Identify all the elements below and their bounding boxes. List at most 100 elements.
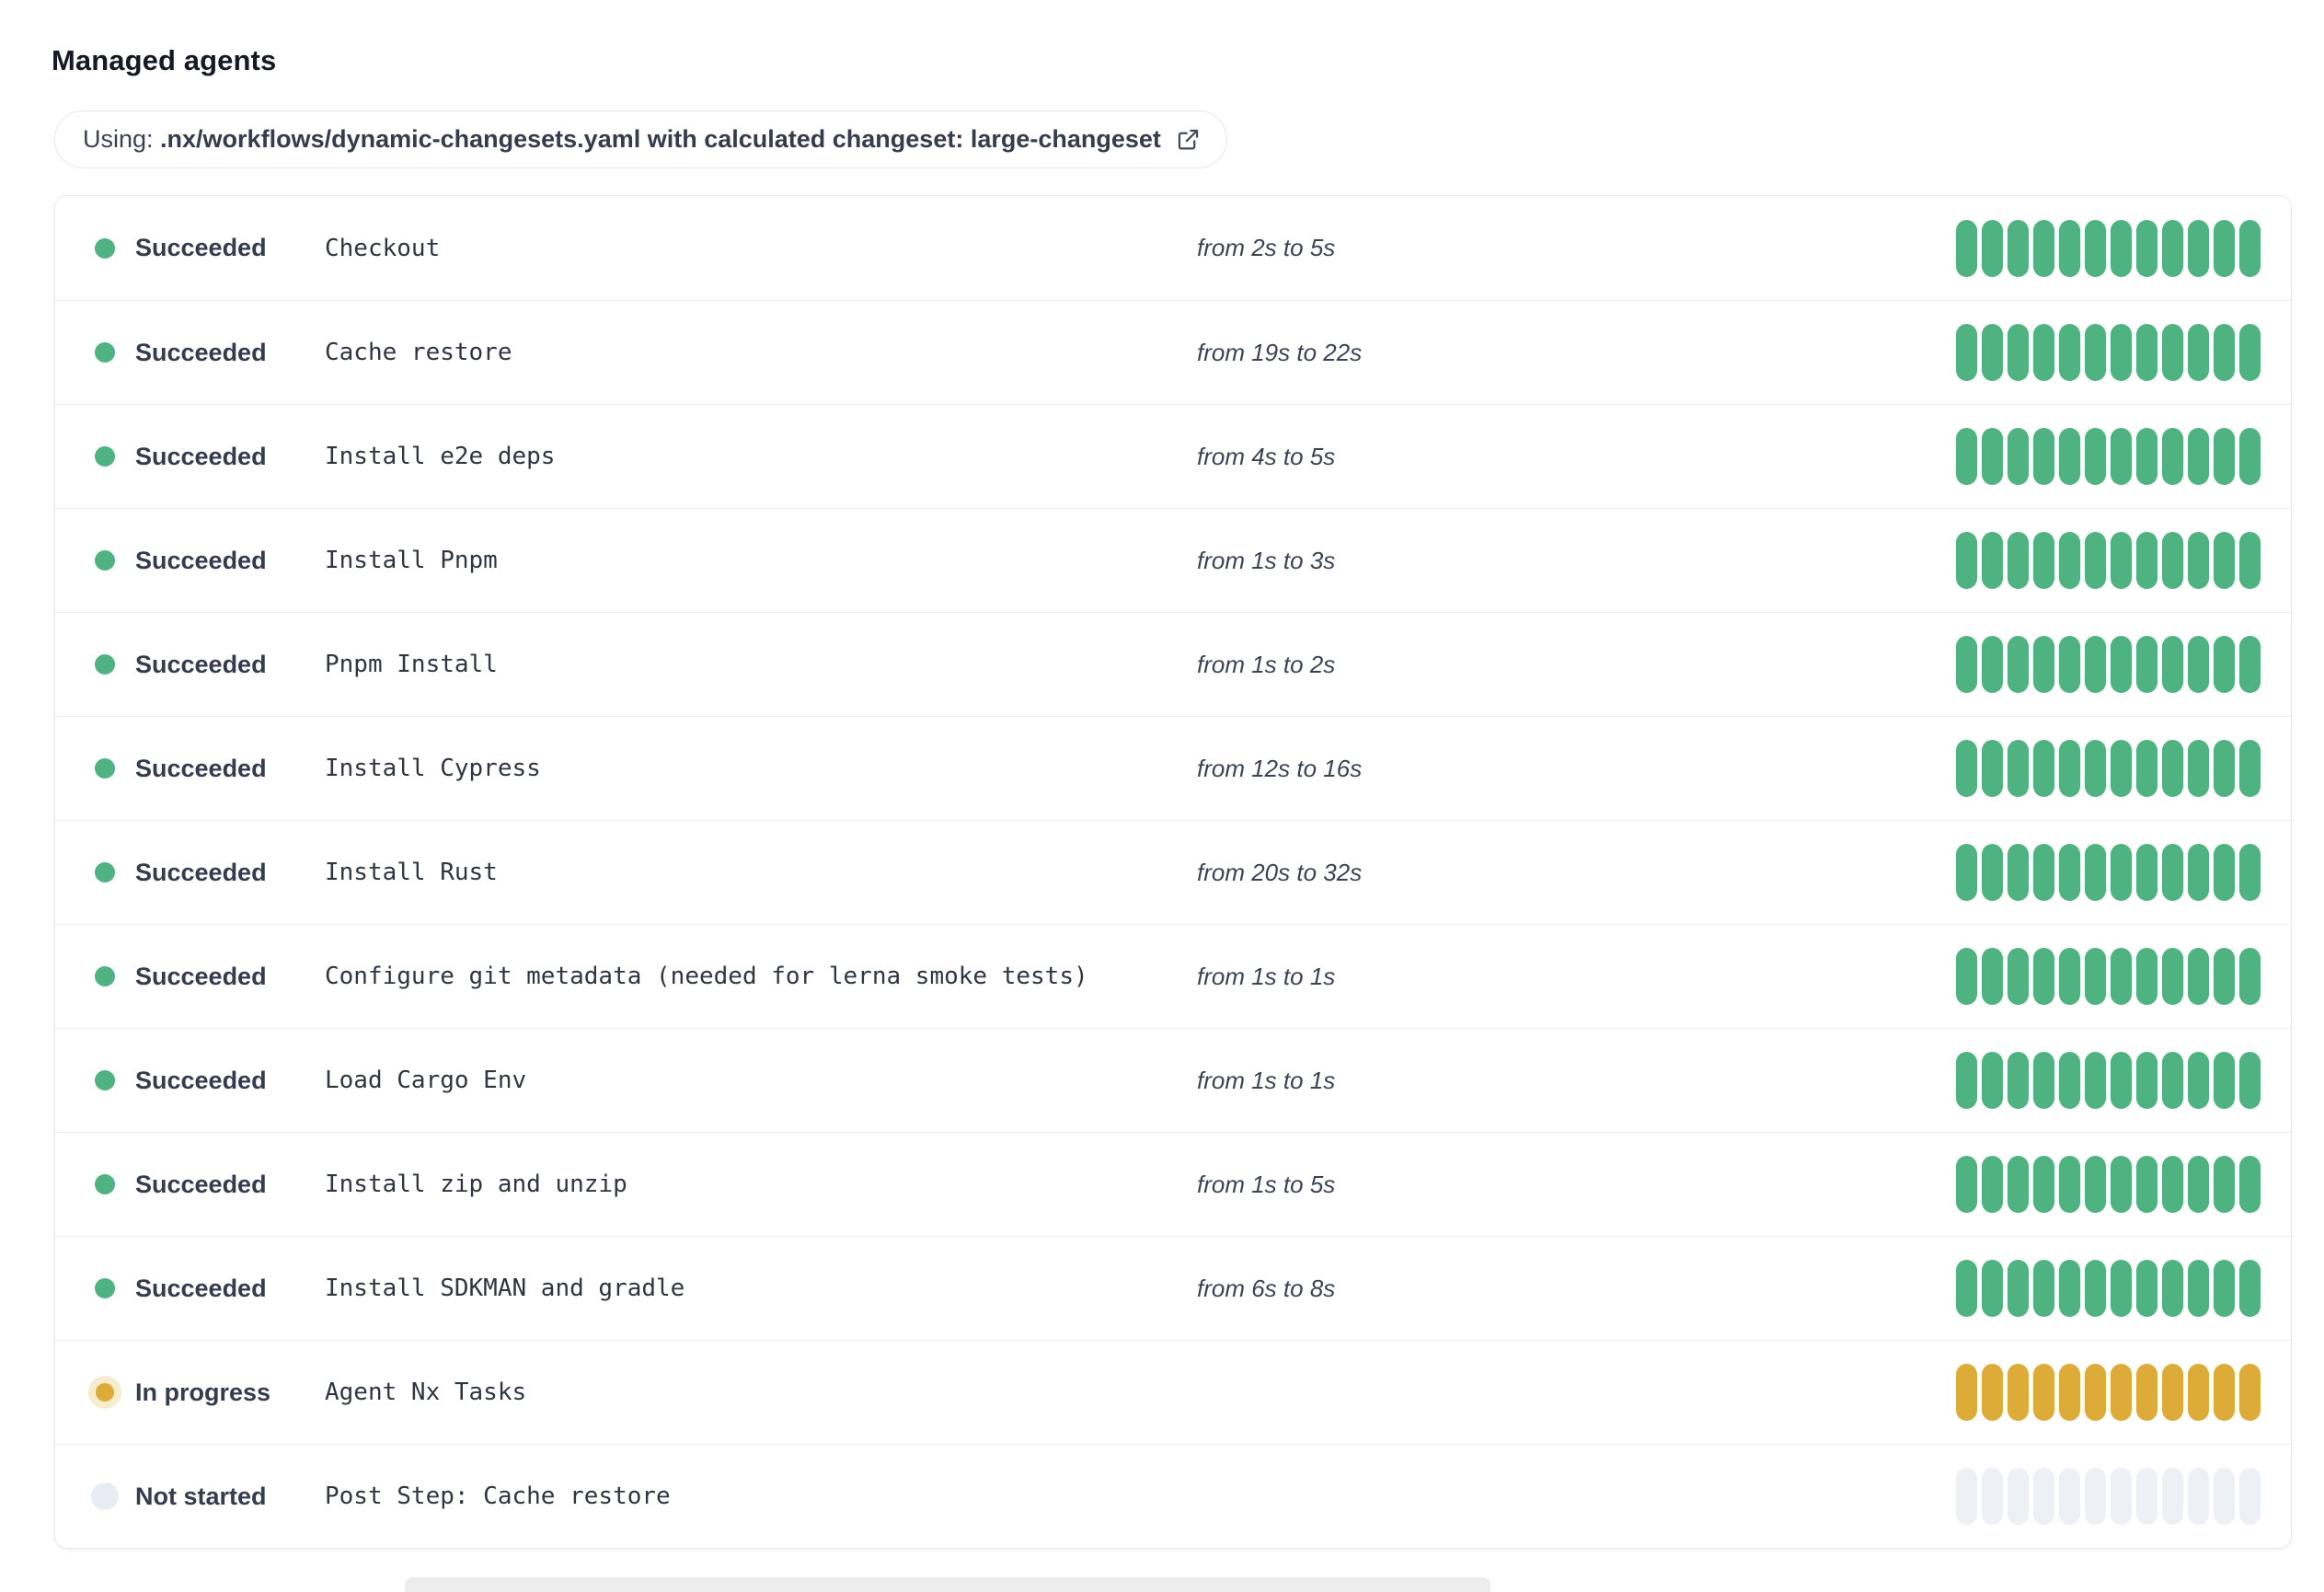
agent-duration: from 2s to 5s — [1197, 234, 1336, 261]
progress-bar-segment — [2136, 1260, 2157, 1317]
progress-bar-segment — [2059, 740, 2080, 797]
progress-bar-segment — [2239, 740, 2261, 797]
agent-row[interactable]: In progress Agent Nx Tasks — [55, 1340, 2291, 1444]
agent-status: Succeeded — [88, 232, 325, 265]
progress-bar-segment — [2111, 1052, 2132, 1109]
status-label: Succeeded — [135, 338, 267, 366]
status-label: Succeeded — [135, 1170, 267, 1198]
agent-duration: from 1s to 1s — [1197, 962, 1336, 990]
progress-bar-segment — [2033, 324, 2054, 381]
agent-progress-bars — [1956, 636, 2261, 693]
agent-progress-bars — [1956, 324, 2261, 381]
progress-bar-segment — [2136, 1156, 2157, 1213]
agent-row[interactable]: Succeeded Install Pnpm from 1s to 3s — [55, 508, 2291, 612]
status-label: Succeeded — [135, 442, 267, 470]
progress-bar-segment — [2239, 1052, 2261, 1109]
status-dot-icon — [88, 1480, 121, 1513]
progress-bar-segment — [2188, 219, 2209, 277]
agent-progress-bars — [1956, 948, 2261, 1005]
agent-status: Succeeded — [88, 1064, 325, 1097]
status-label: Succeeded — [135, 858, 267, 886]
agent-duration: from 19s to 22s — [1197, 338, 1363, 366]
progress-bar-segment — [2033, 1468, 2054, 1525]
progress-bar-segment — [2111, 219, 2132, 277]
progress-bar-segment — [2188, 1468, 2209, 1525]
progress-bar-segment — [2059, 324, 2080, 381]
progress-bar-segment — [2008, 324, 2029, 381]
progress-bar-segment — [2136, 948, 2157, 1005]
progress-bar-segment — [1956, 532, 1977, 589]
progress-bar-segment — [1982, 740, 2003, 797]
agent-status: In progress — [88, 1376, 325, 1409]
progress-bar-segment — [2162, 219, 2183, 277]
progress-bar-segment — [2059, 219, 2080, 277]
progress-bar-segment — [2188, 740, 2209, 797]
external-link-icon[interactable] — [1176, 127, 1201, 152]
progress-bar-segment — [2008, 1052, 2029, 1109]
progress-bar-segment — [1956, 428, 1977, 485]
progress-bar-segment — [2162, 1052, 2183, 1109]
status-dot-icon — [88, 856, 121, 889]
agent-status: Succeeded — [88, 752, 325, 785]
agent-step-name: Pnpm Install — [325, 651, 498, 678]
status-dot-icon — [88, 232, 121, 265]
agent-step-name: Load Cargo Env — [325, 1067, 527, 1094]
progress-bar-segment — [1956, 219, 1977, 277]
progress-bar-segment — [2188, 1260, 2209, 1317]
agent-row[interactable]: Succeeded Install e2e deps from 4s to 5s — [55, 404, 2291, 508]
agent-step-name: Configure git metadata (needed for lerna… — [325, 963, 1088, 990]
agent-duration: from 1s to 3s — [1197, 546, 1336, 574]
agent-row[interactable]: Succeeded Load Cargo Env from 1s to 1s — [55, 1028, 2291, 1132]
progress-bar-segment — [2059, 948, 2080, 1005]
progress-bar-segment — [2085, 532, 2106, 589]
progress-bar-segment — [2214, 428, 2235, 485]
status-label: Not started — [135, 1482, 267, 1510]
progress-bar-segment — [1982, 636, 2003, 693]
agent-row[interactable]: Succeeded Install Rust from 20s to 32s — [55, 820, 2291, 924]
progress-bar-segment — [2239, 1468, 2261, 1525]
agent-row[interactable]: Succeeded Pnpm Install from 1s to 2s — [55, 612, 2291, 716]
status-label: Succeeded — [135, 962, 267, 990]
agent-status: Succeeded — [88, 440, 325, 473]
progress-bar-segment — [1982, 844, 2003, 901]
agent-row[interactable]: Succeeded Cache restore from 19s to 22s — [55, 300, 2291, 404]
progress-bar-segment — [2111, 636, 2132, 693]
progress-bar-segment — [2214, 948, 2235, 1005]
agent-step-name: Install Pnpm — [325, 547, 498, 574]
agent-row[interactable]: Succeeded Install Cypress from 12s to 16… — [55, 716, 2291, 820]
progress-bar-segment — [2136, 1468, 2157, 1525]
workflow-banner[interactable]: Using: .nx/workflows/dynamic-changesets.… — [54, 110, 1227, 168]
agent-row[interactable]: Succeeded Configure git metadata (needed… — [55, 924, 2291, 1028]
agent-status: Succeeded — [88, 1168, 325, 1201]
progress-bar-segment — [2239, 219, 2261, 277]
progress-bar-segment — [1956, 1468, 1977, 1525]
progress-bar-segment — [2033, 1260, 2054, 1317]
progress-bar-segment — [2008, 740, 2029, 797]
progress-bar-segment — [2008, 1468, 2029, 1525]
progress-bar-segment — [2239, 1364, 2261, 1421]
agent-row[interactable]: Succeeded Checkout from 2s to 5s — [55, 196, 2291, 300]
progress-bar-segment — [2059, 1052, 2080, 1109]
agent-row[interactable]: Succeeded Install SDKMAN and gradle from… — [55, 1236, 2291, 1340]
agent-step-name: Install SDKMAN and gradle — [325, 1275, 685, 1302]
progress-bar-segment — [2188, 948, 2209, 1005]
progress-bar-segment — [2059, 844, 2080, 901]
progress-bar-segment — [2085, 1260, 2106, 1317]
agent-row[interactable]: Not started Post Step: Cache restore — [55, 1444, 2291, 1548]
progress-bar-segment — [2085, 844, 2106, 901]
managed-agents-page: Managed agents Using: .nx/workflows/dyna… — [0, 0, 2324, 1549]
progress-bar-segment — [1956, 1364, 1977, 1421]
status-dot-icon — [88, 440, 121, 473]
agent-progress-bars — [1956, 740, 2261, 797]
progress-bar-segment — [2214, 1156, 2235, 1213]
agent-progress-bars — [1956, 1468, 2261, 1525]
progress-bar-segment — [2214, 1364, 2235, 1421]
progress-bar-segment — [2136, 428, 2157, 485]
progress-bar-segment — [2136, 636, 2157, 693]
status-dot-icon — [88, 336, 121, 369]
status-label: Succeeded — [135, 1274, 267, 1302]
agent-row[interactable]: Succeeded Install zip and unzip from 1s … — [55, 1132, 2291, 1236]
progress-bar-segment — [2033, 532, 2054, 589]
progress-bar-segment — [2008, 428, 2029, 485]
status-dot-icon — [88, 648, 121, 681]
